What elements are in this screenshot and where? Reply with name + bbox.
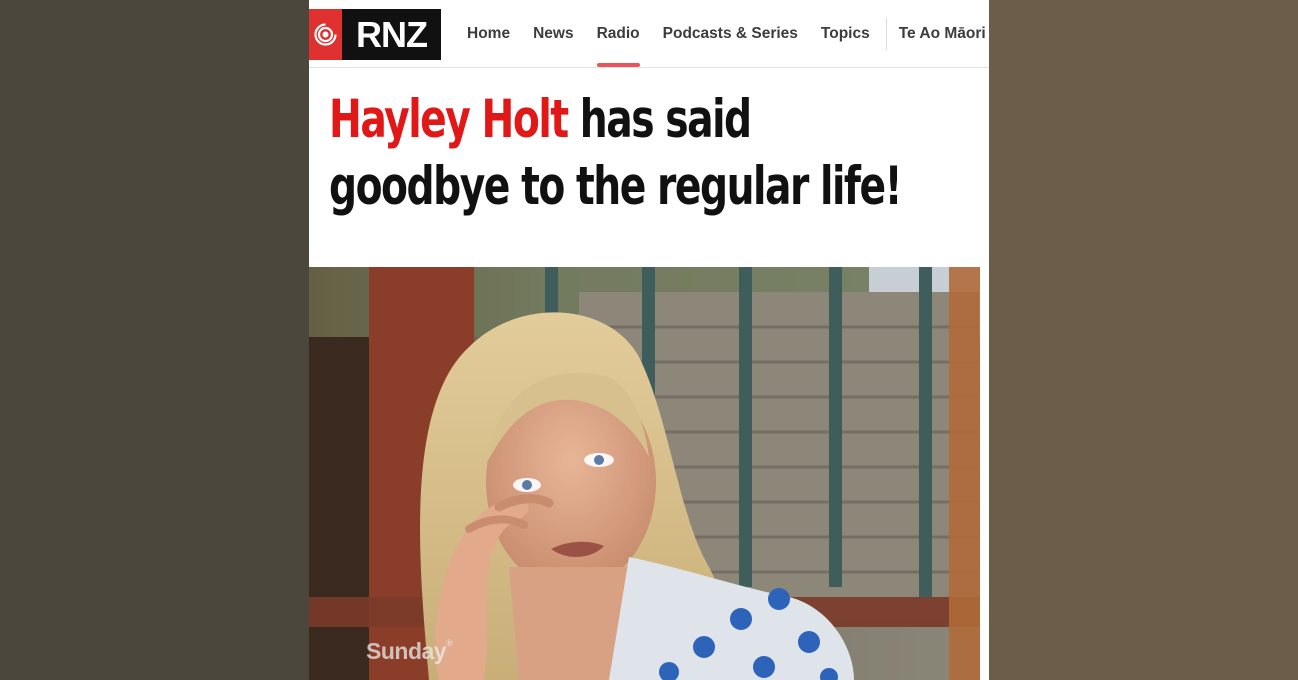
- background-right-panel: [989, 0, 1298, 680]
- headline-line-1: Hayley Holt has said: [329, 86, 803, 153]
- header-divider: [309, 67, 989, 68]
- photo-border: [980, 267, 989, 680]
- headline: Hayley Holt has said goodbye to the regu…: [329, 86, 903, 220]
- headline-rest: has said: [567, 89, 752, 150]
- rnz-logo[interactable]: RNZ: [309, 9, 441, 60]
- nav-radio[interactable]: Radio: [596, 0, 640, 68]
- menu-divider: [885, 18, 887, 50]
- photo-scene: [309, 267, 980, 680]
- nav-home[interactable]: Home: [467, 0, 510, 68]
- logo-text: RNZ: [342, 9, 441, 60]
- nav-news[interactable]: News: [533, 0, 574, 68]
- sunday-watermark: Sunday®: [366, 638, 453, 664]
- nav-podcasts-series[interactable]: Podcasts & Series: [663, 0, 798, 68]
- nav-topics[interactable]: Topics: [821, 0, 870, 68]
- article-card: RNZ Home News Radio Podcasts & Series To…: [309, 0, 989, 680]
- headline-line-2: goodbye to the regular life!: [329, 156, 903, 217]
- background-left-panel: [0, 0, 309, 680]
- nav-te-ao-maori[interactable]: Te Ao Māori: [899, 0, 986, 68]
- radio-waves-icon: [309, 9, 342, 60]
- site-header: RNZ Home News Radio Podcasts & Series To…: [309, 0, 989, 68]
- main-menu: Home News Radio Podcasts & Series Topics…: [467, 0, 989, 68]
- article-photo: Sunday®: [309, 267, 980, 680]
- headline-highlight: Hayley Holt: [329, 89, 569, 150]
